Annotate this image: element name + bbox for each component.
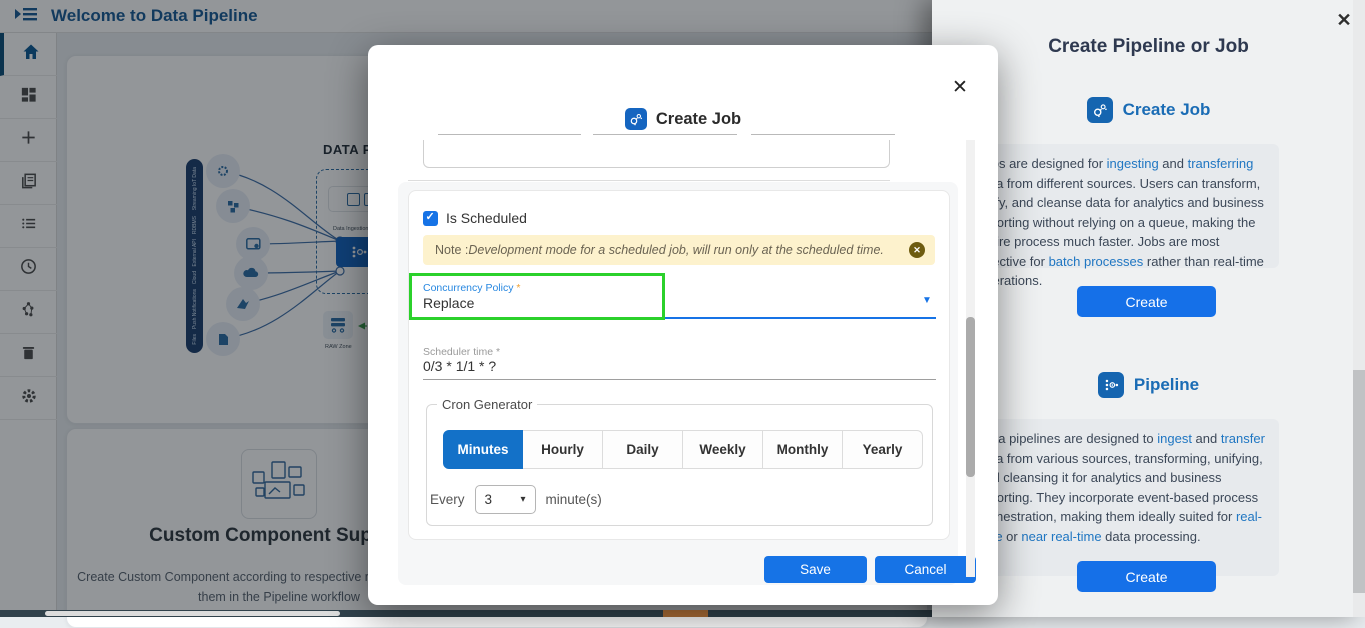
- inline-link[interactable]: ingesting: [1107, 156, 1159, 171]
- tab-weekly[interactable]: Weekly: [683, 430, 763, 469]
- minutes-select-value: 3: [485, 492, 493, 507]
- create-job-button[interactable]: Create: [1077, 286, 1216, 317]
- modal-title-row: Create Job: [368, 108, 998, 130]
- inline-link[interactable]: near real-time: [1021, 529, 1101, 544]
- save-button[interactable]: Save: [764, 556, 867, 583]
- inline-link[interactable]: batch processes: [1049, 254, 1144, 269]
- section-divider: [408, 180, 890, 181]
- chevron-down-icon: ▾: [520, 494, 525, 505]
- required-asterisk: *: [516, 282, 520, 294]
- tab-monthly[interactable]: Monthly: [763, 430, 843, 469]
- job-heading-label: Create Job: [1123, 100, 1211, 120]
- cron-tabs: Minutes Hourly Daily Weekly Monthly Year…: [443, 430, 923, 469]
- pipeline-heading-label: Pipeline: [1134, 375, 1199, 395]
- is-scheduled-row: Is Scheduled: [423, 210, 527, 226]
- note-prefix: Note :: [435, 243, 468, 257]
- close-icon[interactable]: ✕: [948, 75, 972, 99]
- concurrency-policy-label: Concurrency Policy *: [423, 282, 520, 294]
- modal-title: Create Job: [656, 110, 741, 129]
- scheduler-time-label: Scheduler time *: [423, 346, 500, 358]
- dropdown-caret-icon[interactable]: ▼: [922, 295, 932, 306]
- cancel-button[interactable]: Cancel: [875, 556, 976, 583]
- job-icon: [1087, 97, 1113, 123]
- job-description: Jobs are designed for ingesting and tran…: [966, 144, 1279, 268]
- scheduler-time-underline: [423, 379, 936, 380]
- inline-link[interactable]: transfer: [1221, 431, 1265, 446]
- concurrency-policy-underline: [423, 317, 936, 319]
- scrollbar-orange-marker: [663, 610, 708, 617]
- tab-daily[interactable]: Daily: [603, 430, 683, 469]
- scheduler-time-input[interactable]: 0/3 * 1/1 * ?: [423, 358, 496, 374]
- tab-hourly[interactable]: Hourly: [523, 430, 603, 469]
- inline-link[interactable]: ingest: [1157, 431, 1192, 446]
- pipeline-icon: [1098, 372, 1124, 398]
- inline-link[interactable]: transferring: [1188, 156, 1254, 171]
- field-underline: [751, 134, 895, 135]
- minutes-select[interactable]: 3 ▾: [475, 485, 536, 514]
- tab-yearly[interactable]: Yearly: [843, 430, 923, 469]
- field-underline: [593, 134, 737, 135]
- cron-generator-legend: Cron Generator: [437, 397, 537, 412]
- note-close-icon[interactable]: ✕: [909, 242, 925, 258]
- create-job-modal: ✕ Create Job Is Scheduled Note : Develop…: [368, 45, 998, 605]
- horizontal-scrollbar-thumb[interactable]: [45, 611, 340, 616]
- create-pipeline-button[interactable]: Create: [1077, 561, 1216, 592]
- concurrency-policy-select[interactable]: Replace: [423, 295, 474, 311]
- note-text: Development mode for a scheduled job, wi…: [468, 243, 884, 257]
- is-scheduled-label: Is Scheduled: [446, 210, 527, 226]
- is-scheduled-checkbox[interactable]: [423, 211, 438, 226]
- minutes-unit-label: minute(s): [546, 492, 602, 507]
- concurrency-policy-label-text: Concurrency Policy: [423, 282, 513, 294]
- horizontal-scrollbar[interactable]: [0, 610, 932, 617]
- every-minutes-row: Every 3 ▾ minute(s): [430, 485, 602, 514]
- description-textarea[interactable]: [423, 140, 890, 168]
- note-banner: Note : Development mode for a scheduled …: [423, 235, 935, 265]
- job-icon: [625, 108, 647, 130]
- pipeline-description: Data pipelines are designed to ingest an…: [966, 419, 1279, 576]
- every-label: Every: [430, 492, 465, 507]
- field-underline: [438, 134, 581, 135]
- tab-minutes[interactable]: Minutes: [443, 430, 523, 469]
- panel-scrollbar-thumb[interactable]: [1353, 370, 1365, 593]
- modal-scrollbar-thumb[interactable]: [966, 317, 975, 477]
